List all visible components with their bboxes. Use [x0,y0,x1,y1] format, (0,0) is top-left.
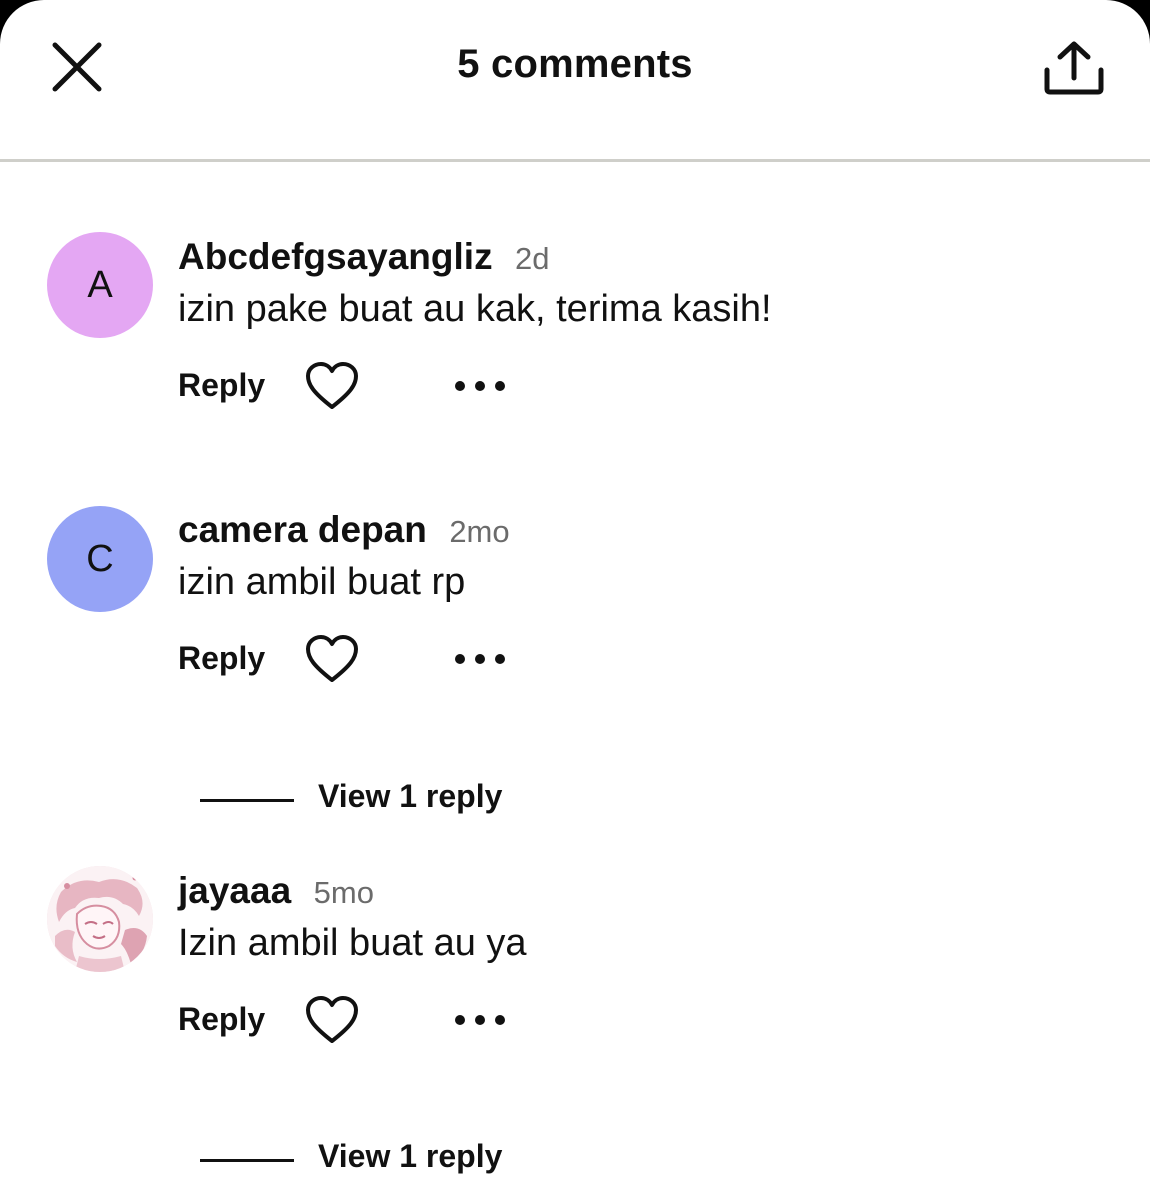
avatar[interactable]: A [47,232,153,338]
comment-meta: camera depan 2mo [178,509,510,551]
heart-icon [306,635,358,682]
comments-header: 5 comments [0,0,1150,162]
reply-button[interactable]: Reply [178,640,265,677]
comment-text: izin pake buat au kak, terima kasih! [178,288,772,330]
reply-button[interactable]: Reply [178,367,265,404]
page-title: 5 comments [457,42,693,86]
view-replies-button[interactable]: View 1 reply [200,1138,620,1182]
more-icon [455,381,505,391]
comment-meta: jayaaa 5mo [178,870,374,912]
view-replies-label: View 1 reply [318,1138,503,1174]
heart-icon [306,996,358,1043]
comment-author[interactable]: Abcdefgsayangliz [178,236,493,277]
avatar-letter: A [87,263,113,306]
like-button[interactable] [304,994,360,1046]
comment-age: 5mo [313,875,374,910]
profile-illustration-icon [47,866,153,972]
more-icon [455,1015,505,1025]
comments-sheet: 5 comments A Abcdefgsayangliz 2d izin pa… [0,0,1150,1200]
heart-icon [306,362,358,409]
more-options-button[interactable] [450,1000,510,1040]
avatar-letter: C [86,537,114,580]
comment-author[interactable]: jayaaa [178,870,291,911]
reply-button[interactable]: Reply [178,1001,265,1038]
avatar[interactable]: C [47,506,153,612]
like-button[interactable] [304,360,360,412]
view-replies-label: View 1 reply [318,778,503,814]
avatar[interactable] [47,866,153,972]
share-button[interactable] [1034,28,1114,108]
like-button[interactable] [304,633,360,685]
more-options-button[interactable] [450,366,510,406]
more-icon [455,654,505,664]
comment-text: izin ambil buat rp [178,561,466,603]
comment-age: 2d [515,241,550,276]
comment-meta: Abcdefgsayangliz 2d [178,236,550,278]
view-replies-button[interactable]: View 1 reply [200,778,620,822]
thread-line [200,1159,294,1162]
thread-line [200,799,294,802]
more-options-button[interactable] [450,639,510,679]
share-icon [1044,41,1104,95]
comment-author[interactable]: camera depan [178,509,427,550]
comment-text: Izin ambil buat au ya [178,922,527,964]
comment-age: 2mo [449,514,510,549]
